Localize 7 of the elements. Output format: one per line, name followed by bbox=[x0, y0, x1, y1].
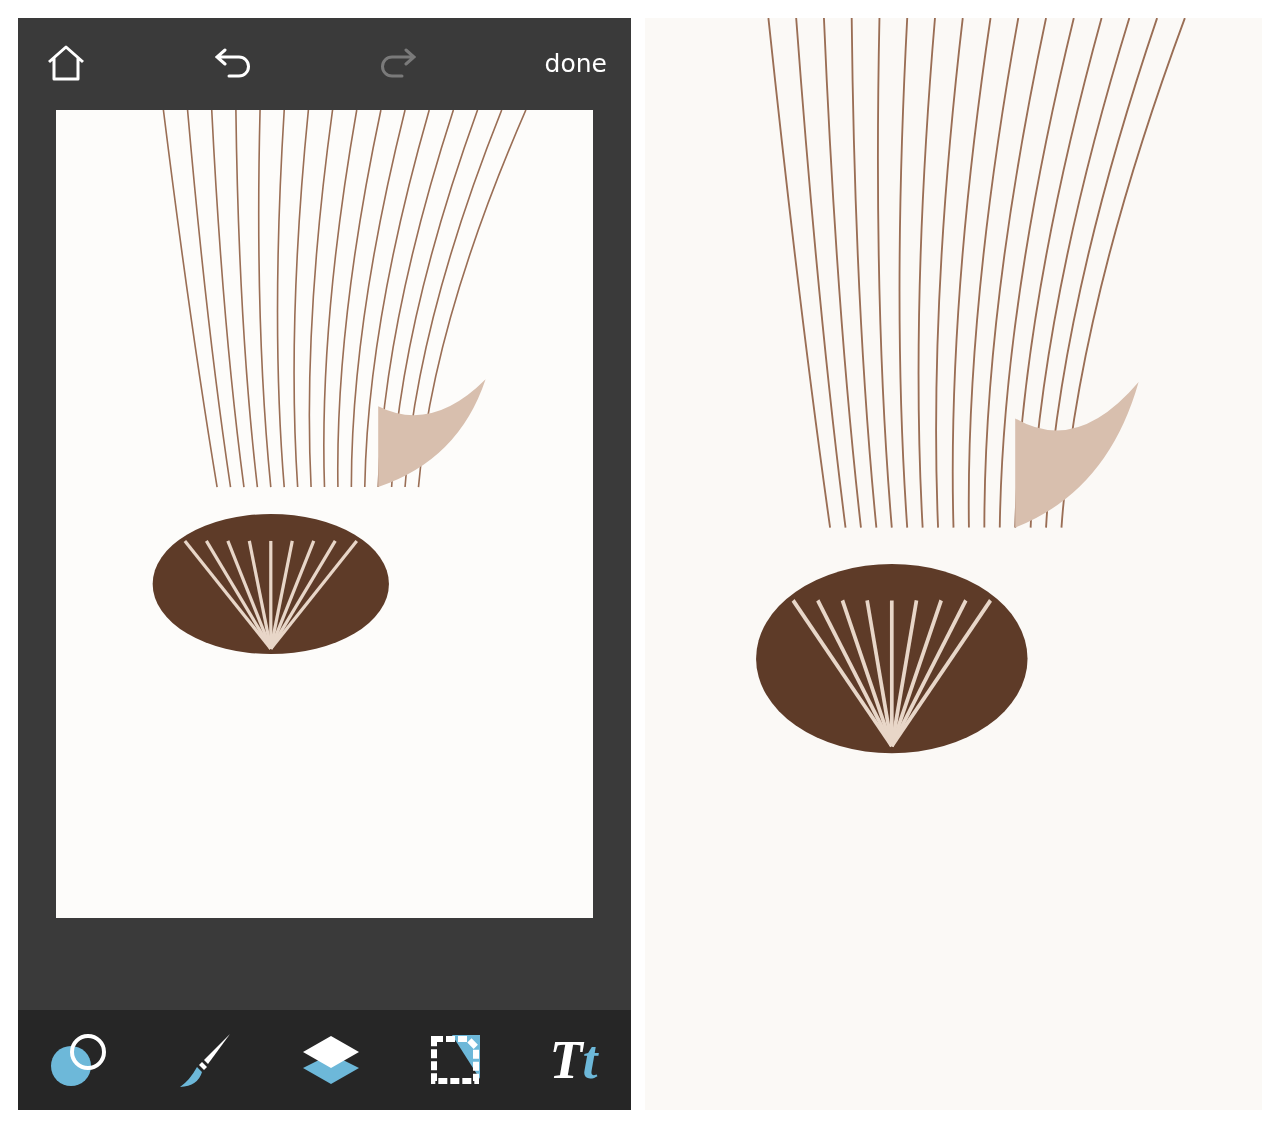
text-tool-button[interactable]: Tt bbox=[549, 1033, 598, 1087]
home-icon bbox=[46, 45, 86, 81]
redo-icon bbox=[379, 48, 416, 78]
undo-icon bbox=[214, 48, 251, 78]
frame-tool-button[interactable] bbox=[428, 1033, 483, 1087]
done-button[interactable]: done bbox=[540, 44, 611, 82]
frame-icon bbox=[428, 1033, 483, 1087]
